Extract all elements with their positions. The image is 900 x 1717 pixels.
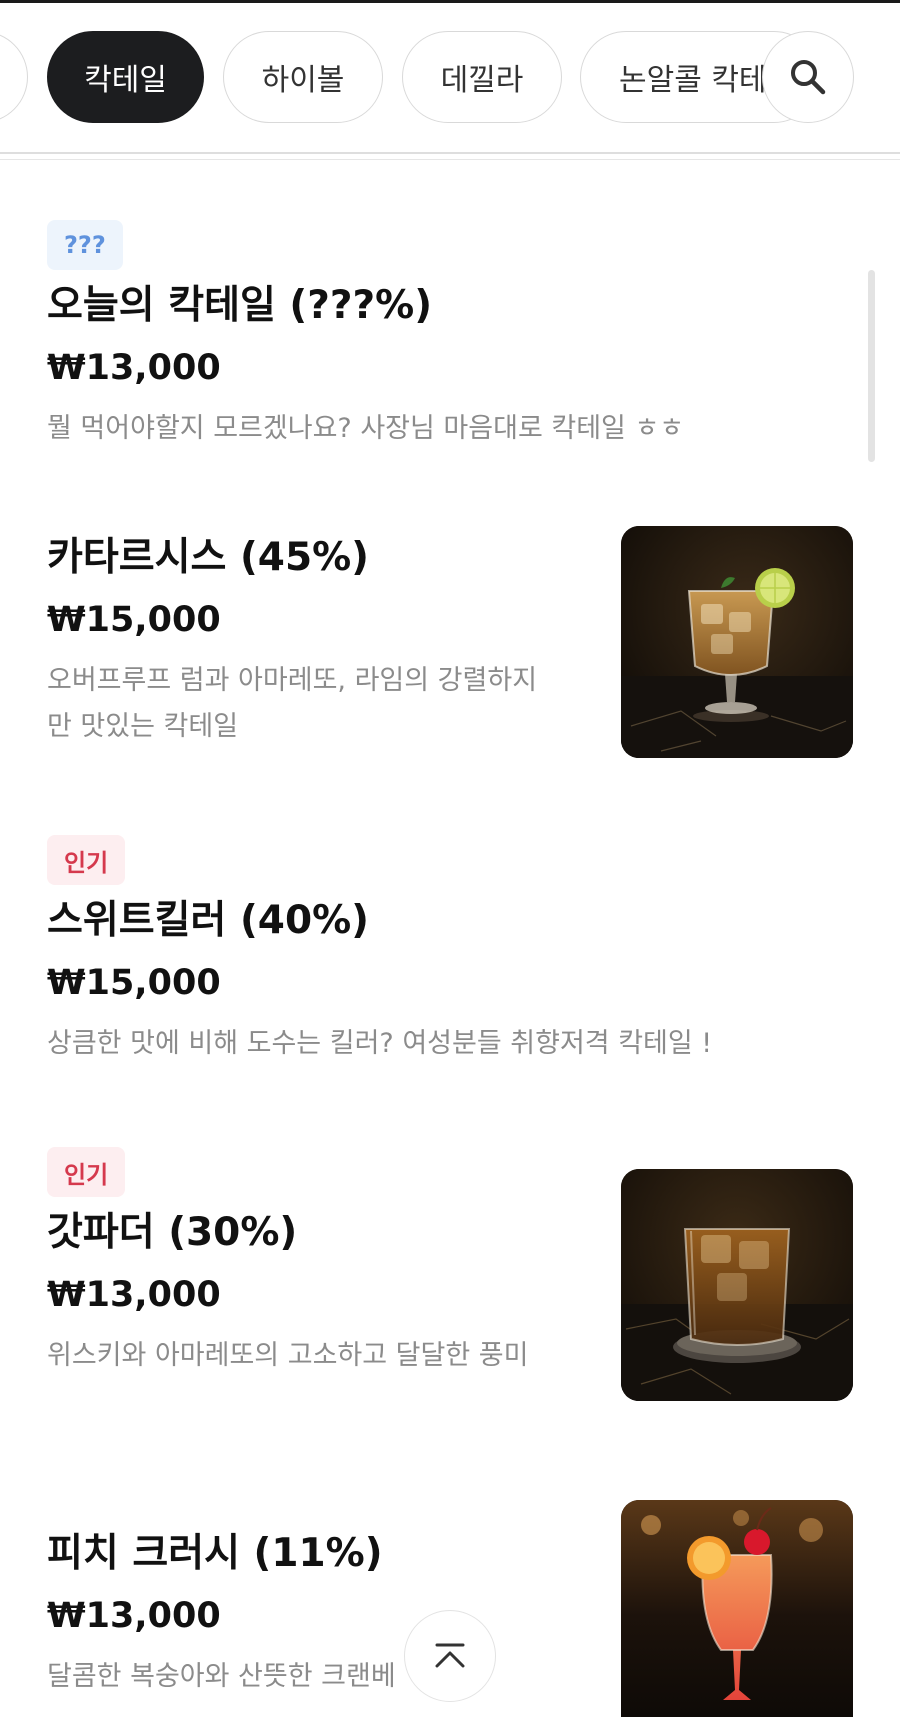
category-tab-bar[interactable]: 칵테일 하이볼 데낄라 논알콜 칵테일 [0, 28, 900, 128]
menu-item-description: 오버프루프 럼과 아마레또, 라임의 강렬하지만 맛있는 칵테일 [47, 665, 538, 742]
menu-item-price: ₩15,000 [47, 963, 221, 1003]
menu-item-photo [621, 1169, 853, 1401]
menu-item-name: 스위트킬러 (40%) [47, 898, 369, 943]
menu-item-price: ₩13,000 [47, 1596, 221, 1636]
category-chip-previous[interactable] [0, 31, 28, 123]
menu-item-price: ₩15,000 [47, 600, 221, 640]
menu-item-name: 오늘의 칵테일 (???%) [47, 283, 433, 328]
search-button[interactable] [762, 31, 854, 123]
category-chip-cocktail[interactable]: 칵테일 [47, 31, 204, 123]
menu-item-catharsis[interactable]: 카타르시스 (45%) ₩15,000 오버프루프 럼과 아마레또, 라임의 강… [0, 520, 900, 770]
menu-page: 칵테일 하이볼 데낄라 논알콜 칵테일 ??? 오늘의 칵테일 (???%) ₩… [0, 0, 900, 1717]
menu-item-photo [621, 1500, 853, 1717]
menu-item-description: 위스키와 아마레또의 고소하고 달달한 풍미 [47, 1340, 529, 1371]
menu-item-description: 상큼한 맛에 비해 도수는 킬러? 여성분들 취향저격 칵테일 ! [47, 1028, 713, 1059]
menu-item-godfather[interactable]: 인기 갓파더 (30%) ₩13,000 위스키와 아마레또의 고소하고 달달한… [0, 1147, 900, 1427]
menu-item-price: ₩13,000 [47, 348, 221, 388]
mystery-badge: ??? [47, 220, 123, 270]
scroll-to-top-button[interactable] [404, 1610, 496, 1702]
menu-item-todays-cocktail[interactable]: ??? 오늘의 칵테일 (???%) ₩13,000 뭘 먹어야할지 모르겠나요… [0, 200, 900, 460]
menu-item-price: ₩13,000 [47, 1275, 221, 1315]
header-divider [0, 152, 900, 154]
category-chip-tequila[interactable]: 데낄라 [402, 31, 562, 123]
search-icon [791, 60, 826, 95]
popular-badge: 인기 [47, 835, 126, 885]
menu-item-name: 갓파더 (30%) [47, 1210, 298, 1255]
header-divider-secondary [0, 159, 900, 160]
category-chip-highball[interactable]: 하이볼 [223, 31, 383, 123]
menu-item-description: 뭘 먹어야할지 모르겠나요? 사장님 마음대로 칵테일 ㅎㅎ [47, 413, 685, 444]
menu-item-sweet-killer[interactable]: 인기 스위트킬러 (40%) ₩15,000 상큼한 맛에 비해 도수는 킬러?… [0, 835, 900, 1075]
chevron-up-icon [435, 1643, 465, 1668]
menu-item-name: 카타르시스 (45%) [47, 535, 369, 580]
menu-item-name: 피치 크러시 (11%) [47, 1531, 383, 1576]
menu-item-photo [621, 526, 853, 758]
top-divider [0, 0, 900, 3]
popular-badge: 인기 [47, 1147, 126, 1197]
